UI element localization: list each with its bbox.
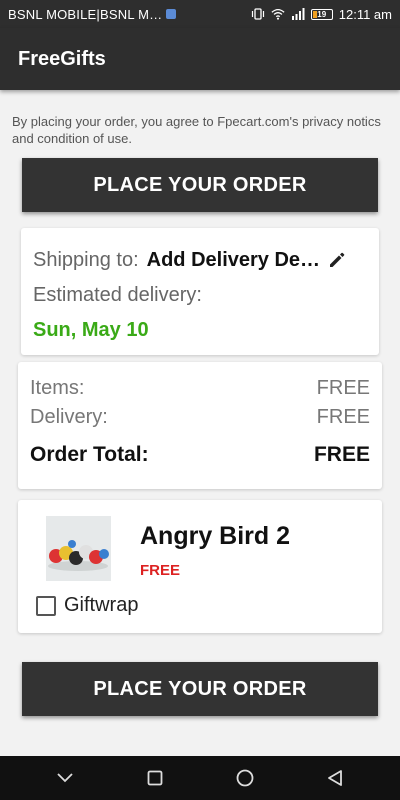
signal-icon: [291, 7, 305, 21]
order-summary-card: Items: FREE Delivery: FREE Order Total: …: [18, 362, 382, 489]
terms-notice: By placing your order, you agree to Fpec…: [12, 114, 381, 146]
delivery-label: Delivery:: [30, 406, 108, 428]
shipping-row[interactable]: Shipping to: Add Delivery De…: [33, 242, 367, 278]
security-shield-icon: [166, 9, 177, 19]
items-label: Items:: [30, 377, 85, 399]
wifi-icon: [271, 7, 285, 21]
delivery-row: Delivery: FREE: [30, 403, 370, 432]
app-title: FreeGifts: [18, 47, 106, 70]
carrier-text: BSNL MOBILE|BSNL M…: [8, 6, 163, 22]
delivery-value: FREE: [316, 406, 370, 428]
order-total-row: Order Total: FREE: [30, 440, 370, 469]
giftwrap-label: Giftwrap: [64, 594, 139, 616]
product-price: FREE: [140, 562, 181, 579]
items-row: Items: FREE: [30, 374, 370, 403]
place-order-button-bottom[interactable]: PLACE YOUR ORDER: [22, 662, 378, 716]
clock: 12:11 am: [338, 6, 392, 22]
battery-level: 19: [317, 9, 327, 19]
shipping-address[interactable]: Add Delivery De…: [147, 249, 320, 272]
vibrate-icon: [251, 7, 265, 21]
chevron-down-icon[interactable]: [43, 756, 87, 800]
giftwrap-checkbox[interactable]: [36, 595, 56, 616]
app-bar: FreeGifts: [0, 28, 400, 90]
estimated-delivery-date: Sun, May 10: [33, 319, 149, 341]
order-total-label: Order Total:: [30, 443, 149, 466]
estimated-delivery-label: Estimated delivery:: [33, 284, 202, 306]
place-order-button-top[interactable]: PLACE YOUR ORDER: [22, 158, 378, 212]
items-value: FREE: [316, 377, 370, 399]
status-bar: BSNL MOBILE|BSNL M… 19 12:11 am: [0, 0, 400, 28]
product-name[interactable]: Angry Bird 2: [140, 522, 290, 551]
product-thumbnail[interactable]: [46, 516, 111, 581]
cart-item-card: Angry Bird 2 FREE Giftwrap: [18, 500, 382, 633]
order-total-value: FREE: [313, 443, 370, 466]
shipping-card: Shipping to: Add Delivery De… Estimated …: [21, 228, 379, 355]
shipping-label: Shipping to:: [33, 248, 139, 271]
edit-pencil-icon[interactable]: [326, 249, 348, 271]
back-triangle-icon[interactable]: [313, 756, 357, 800]
home-circle-icon[interactable]: [223, 756, 267, 800]
status-icons: 19 12:11 am: [251, 7, 392, 22]
recents-square-icon[interactable]: [133, 756, 177, 800]
system-nav-bar: [0, 756, 400, 800]
giftwrap-option[interactable]: Giftwrap: [36, 594, 138, 617]
battery-icon: 19: [310, 8, 333, 20]
